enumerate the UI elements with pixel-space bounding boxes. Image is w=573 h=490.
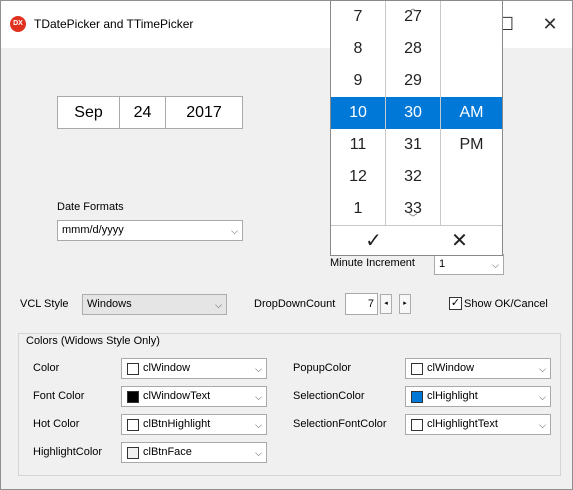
chevron-down-icon: ⌵ [215,300,222,310]
highlight-color-label: HighlightColor [33,446,103,458]
popup-color-value: clWindow [427,362,475,374]
chevron-down-icon: ⌵ [255,420,262,430]
minute-item[interactable]: 29 [386,65,440,97]
ampm-item-selected[interactable]: AM [441,97,502,129]
ampm-column[interactable]: AM PM [441,1,502,225]
selection-color-label: SelectionColor [293,390,365,402]
chevron-down-icon: ⌵ [231,226,238,236]
selection-color-combo[interactable]: clHighlight ⌵ [405,386,551,407]
hour-item[interactable]: 8 [331,33,385,65]
minute-increment-label: Minute Increment [330,257,415,269]
dropdown-count-decrement[interactable]: ◂ [380,294,392,314]
hour-item[interactable]: 7 [331,1,385,33]
vcl-style-label: VCL Style [20,298,69,310]
font-color-swatch [127,391,139,403]
show-ok-cancel-label: Show OK/Cancel [464,298,548,310]
minute-item[interactable]: 31 [386,129,440,161]
hot-color-combo[interactable]: clBtnHighlight ⌵ [121,414,267,435]
hot-color-label: Hot Color [33,418,80,430]
hot-color-swatch [127,419,139,431]
selection-font-color-label: SelectionFontColor [293,418,387,430]
checkmark-icon: ✓ [365,230,382,252]
highlight-color-combo[interactable]: clBtnFace ⌵ [121,442,267,463]
color-label: Color [33,362,60,374]
chevron-down-icon: ⌵ [539,392,546,402]
selection-color-swatch [411,391,423,403]
dropdown-count-input[interactable]: 7 [345,293,378,315]
time-picker-popup: 7 8 9 10 11 12 1 27 ︿ 28 29 30 31 32 33 … [330,0,503,256]
highlight-color-swatch [127,447,139,459]
date-day-field[interactable]: 24 [119,96,166,129]
minute-increment-value: 1 [439,258,446,270]
vcl-style-value: Windows [87,298,132,310]
minute-item[interactable]: 28 [386,33,440,65]
minute-column[interactable]: 27 ︿ 28 29 30 31 32 33 ﹀ [386,1,440,225]
hour-item-selected[interactable]: 10 [331,97,385,129]
chevron-down-icon: ⌵ [255,448,262,458]
date-formats-combo[interactable]: mmm/d/yyyy ⌵ [57,220,243,241]
chevron-down-icon: ⌵ [492,260,499,270]
colors-group-title: Colors (Widows Style Only) [24,335,162,347]
date-formats-label: Date Formats [57,201,124,213]
dropdown-count-label: DropDownCount [254,298,336,310]
show-ok-cancel-checkbox[interactable]: ✓ [449,297,462,310]
font-color-value: clWindowText [143,390,211,402]
chevron-down-icon: ⌵ [539,364,546,374]
font-color-combo[interactable]: clWindowText ⌵ [121,386,267,407]
highlight-color-value: clBtnFace [143,446,192,458]
hour-item[interactable]: 12 [331,161,385,193]
hour-item[interactable]: 1 [331,193,385,225]
minute-item[interactable]: 32 [386,161,440,193]
popup-color-label: PopupColor [293,362,352,374]
vcl-style-combo[interactable]: Windows ⌵ [82,294,227,315]
date-year-field[interactable]: 2017 [165,96,243,129]
minute-increment-combo[interactable]: 1 ⌵ [434,254,504,275]
chevron-down-icon: ⌵ [539,420,546,430]
ok-button[interactable]: ✓ [331,226,416,256]
selection-font-color-combo[interactable]: clHighlightText ⌵ [405,414,551,435]
chevron-down-icon: ⌵ [255,364,262,374]
hot-color-value: clBtnHighlight [143,418,211,430]
close-icon: ✕ [451,230,468,252]
font-color-label: Font Color [33,390,85,402]
minute-item-selected[interactable]: 30 [386,97,440,129]
ampm-item[interactable]: PM [441,129,502,161]
scroll-down-icon[interactable]: ﹀ [386,211,440,224]
color-value: clWindow [143,362,191,374]
chevron-down-icon: ⌵ [255,392,262,402]
selection-color-value: clHighlight [427,390,478,402]
popup-color-combo[interactable]: clWindow ⌵ [405,358,551,379]
close-button[interactable]: ✕ [535,10,565,38]
date-formats-value: mmm/d/yyyy [62,224,124,236]
hour-column[interactable]: 7 8 9 10 11 12 1 [331,1,385,225]
app-icon: DX [10,16,26,32]
dropdown-count-increment[interactable]: ▸ [399,294,411,314]
scroll-up-icon[interactable]: ︿ [386,1,440,14]
color-swatch [127,363,139,375]
date-month-field[interactable]: Sep [57,96,120,129]
cancel-button[interactable]: ✕ [417,226,502,256]
color-combo[interactable]: clWindow ⌵ [121,358,267,379]
hour-item[interactable]: 9 [331,65,385,97]
hour-item[interactable]: 11 [331,129,385,161]
selection-font-color-swatch [411,419,423,431]
popup-color-swatch [411,363,423,375]
window-title: TDatePicker and TTimePicker [34,17,194,31]
selection-font-color-value: clHighlightText [427,418,498,430]
